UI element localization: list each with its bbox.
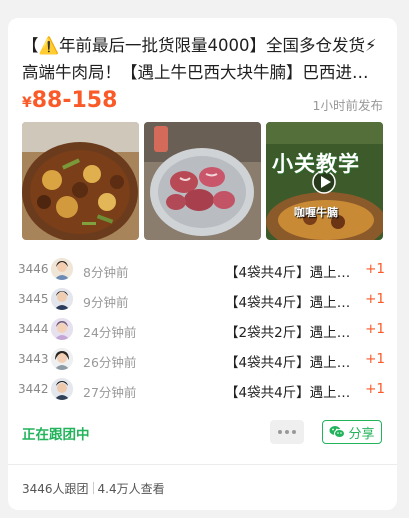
avatar — [51, 288, 73, 310]
share-button[interactable]: 分享 — [322, 420, 382, 444]
post-title[interactable]: 【⚠️年前最后一批货限量4000】全国多仓发货⚡高端牛肉局！【遇上牛巴西大块牛腩… — [22, 32, 382, 86]
order-time: 8分钟前 — [83, 265, 129, 280]
follow-status: 正在跟团中 — [22, 427, 90, 443]
wechat-icon — [329, 425, 346, 439]
share-label: 分享 — [348, 426, 375, 442]
order-number: 3443 — [18, 352, 49, 366]
order-count: +1 — [365, 291, 385, 307]
participant-count: 3446人跟团 — [22, 482, 89, 496]
order-product: 【4袋共4斤】遇上牛巴西大块牛腩 — [225, 265, 360, 281]
order-number: 3442 — [18, 382, 49, 396]
order-product: 【2袋共2斤】遇上牛巴西大块牛腩 — [225, 325, 360, 341]
order-row[interactable]: 3442 27分钟前 【4袋共4斤】遇上牛巴西大块牛腩 +1 — [18, 375, 385, 405]
order-number: 3445 — [18, 292, 49, 306]
order-number: 3446 — [18, 262, 49, 276]
order-row[interactable]: 3443 26分钟前 【4袋共4斤】遇上牛巴西大块牛腩 +1 — [18, 345, 385, 375]
avatar — [51, 378, 73, 400]
more-dot-icon — [278, 430, 282, 434]
avatar — [51, 348, 73, 370]
price-row: ¥88-158 1小时前发布 — [22, 88, 383, 116]
product-image-raw-beef[interactable] — [144, 122, 261, 240]
group-buy-card[interactable]: 【⚠️年前最后一批货限量4000】全国多仓发货⚡高端牛肉局！【遇上牛巴西大块牛腩… — [8, 18, 397, 510]
product-video-curry-beef[interactable]: 小关教学 咖喱牛腩 — [266, 122, 383, 240]
order-count: +1 — [365, 351, 385, 367]
view-count: 4.4万人查看 — [97, 482, 165, 496]
product-image-braised-beef[interactable] — [22, 122, 139, 240]
order-product: 【4袋共4斤】遇上牛巴西大块牛腩 — [225, 385, 360, 401]
more-button[interactable] — [270, 420, 304, 444]
separator — [92, 482, 94, 494]
order-row[interactable]: 3446 8分钟前 【4袋共4斤】遇上牛巴西大块牛腩 +1 — [18, 255, 385, 285]
order-product: 【4袋共4斤】遇上牛巴西大块牛腩 — [225, 295, 360, 311]
order-row[interactable]: 3444 24分钟前 【2袋共2斤】遇上牛巴西大块牛腩 +1 — [18, 315, 385, 345]
price: ¥88-158 — [22, 88, 117, 113]
order-list: 3446 8分钟前 【4袋共4斤】遇上牛巴西大块牛腩 +1 3445 9分钟前 … — [18, 255, 385, 405]
avatar — [51, 318, 73, 340]
order-number: 3444 — [18, 322, 49, 336]
footer-stats: 3446人跟团 4.4万人查看 — [22, 480, 165, 497]
order-count: +1 — [365, 381, 385, 397]
order-time: 27分钟前 — [83, 385, 137, 400]
order-product: 【4袋共4斤】遇上牛巴西大块牛腩 — [225, 355, 360, 371]
posted-time: 1小时前发布 — [312, 98, 383, 113]
more-dot-icon — [292, 430, 296, 434]
image-gallery: 小关教学 咖喱牛腩 — [22, 122, 383, 240]
video-overlay-caption: 咖喱牛腩 — [294, 206, 338, 219]
price-range: 88-158 — [31, 88, 118, 113]
order-time: 9分钟前 — [83, 295, 129, 310]
order-count: +1 — [365, 261, 385, 277]
avatar — [51, 258, 73, 280]
divider — [8, 464, 397, 465]
order-time: 24分钟前 — [83, 325, 137, 340]
order-row[interactable]: 3445 9分钟前 【4袋共4斤】遇上牛巴西大块牛腩 +1 — [18, 285, 385, 315]
order-count: +1 — [365, 321, 385, 337]
order-time: 26分钟前 — [83, 355, 137, 370]
currency-symbol: ¥ — [22, 95, 32, 111]
play-icon — [313, 171, 335, 193]
more-dot-icon — [285, 430, 289, 434]
